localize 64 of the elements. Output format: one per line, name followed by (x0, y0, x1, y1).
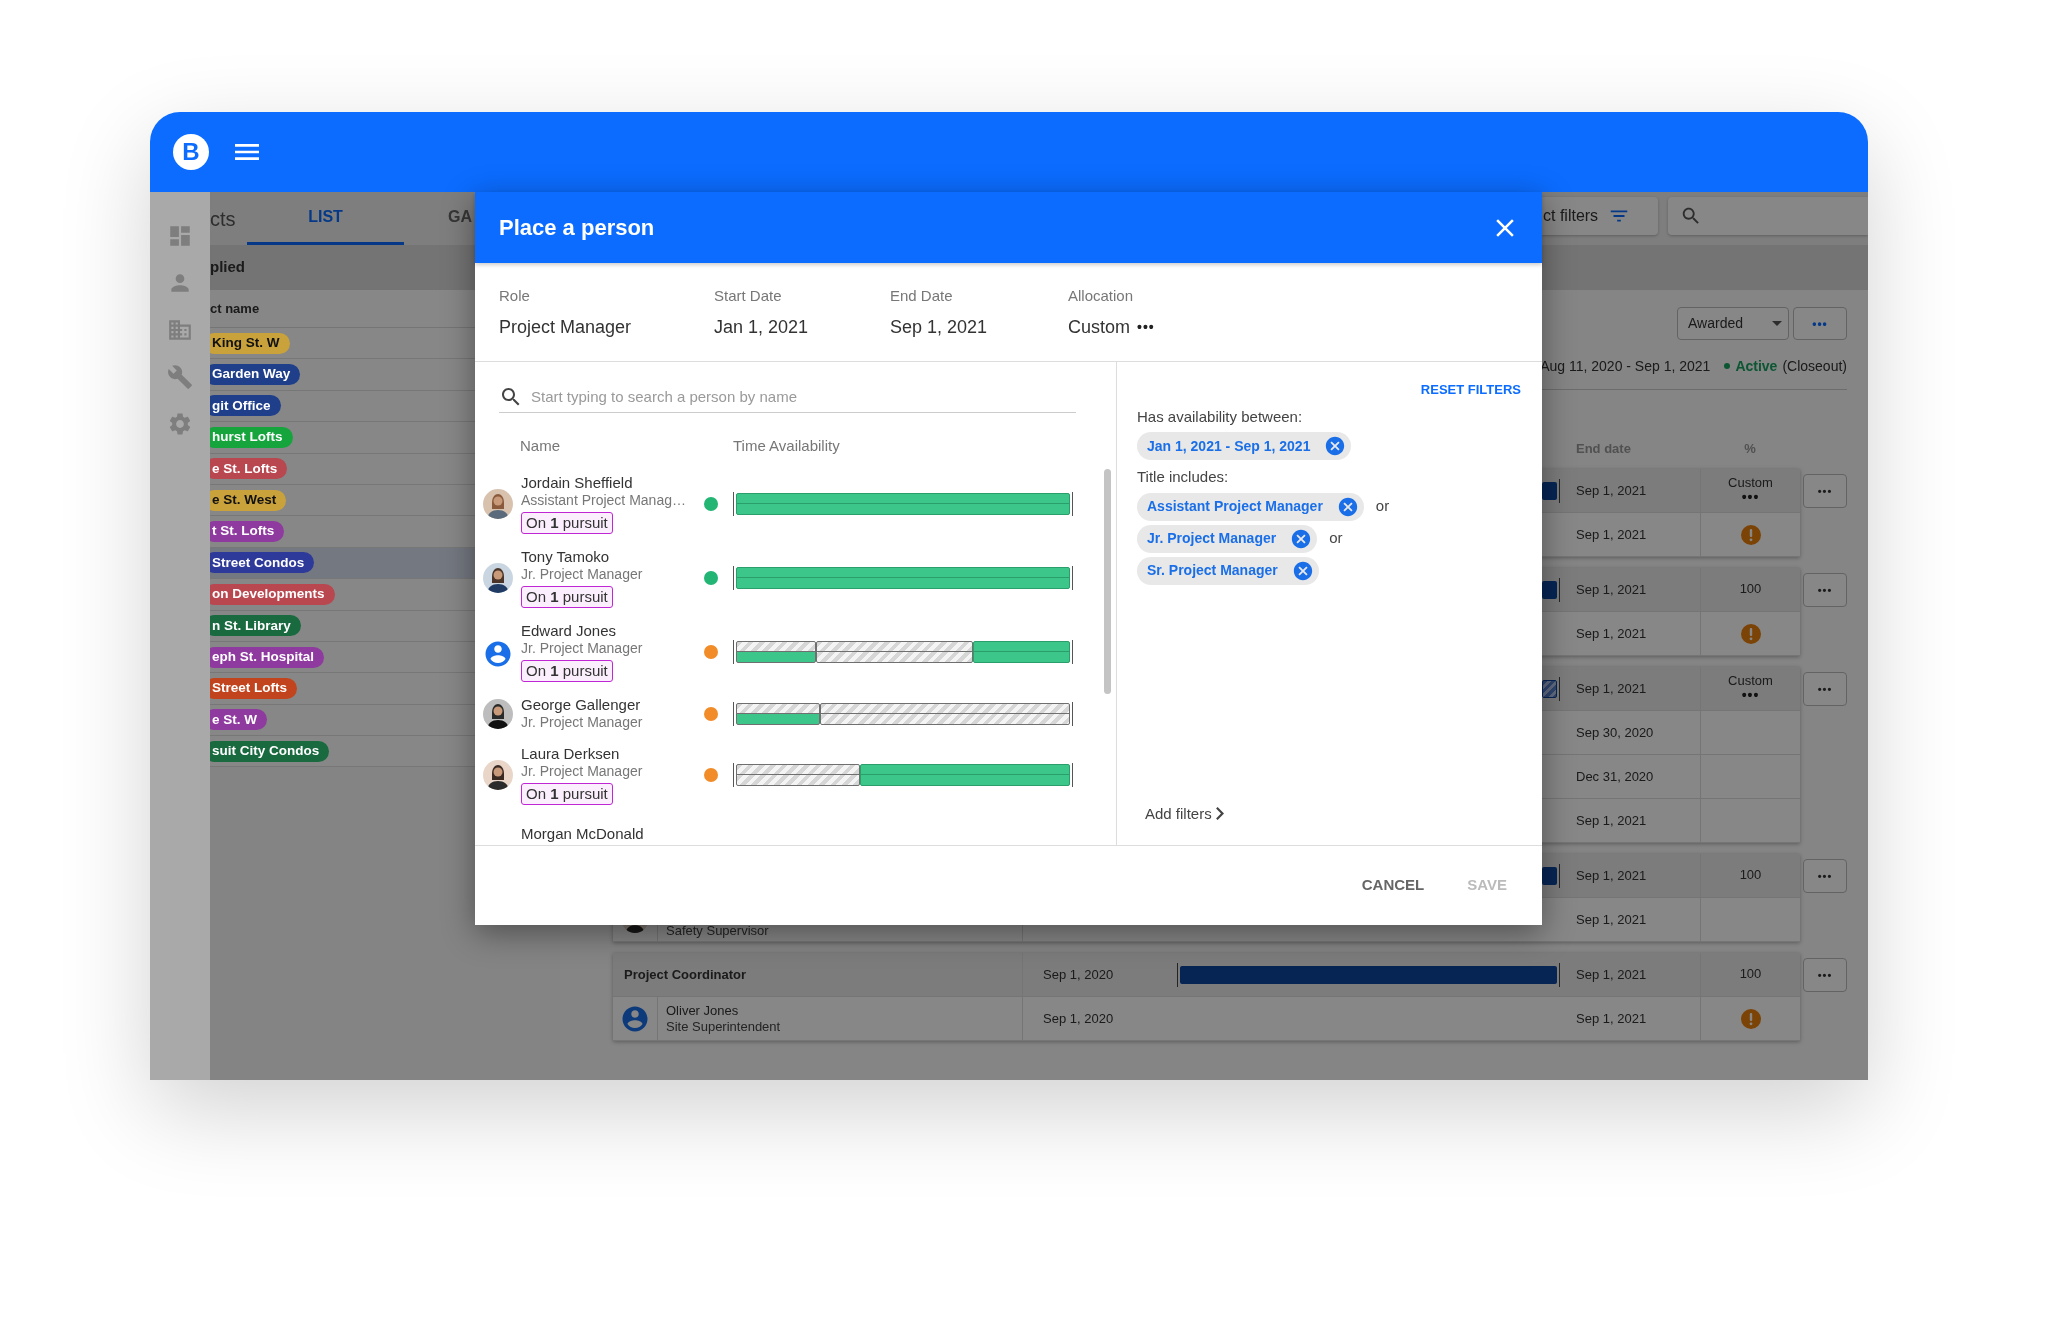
allocation-text: Custom (1728, 475, 1773, 490)
role-name: Project Coordinator (623, 965, 747, 984)
field-label: Start Date (714, 286, 783, 306)
person-title: Site Superintendent (666, 1018, 781, 1035)
joiner-text: or (1329, 528, 1343, 549)
end-date: Sep 1, 2021 (1576, 965, 1647, 984)
logo: B (173, 134, 209, 170)
person-name: Oliver Jones (666, 1002, 740, 1019)
project-tag: e St. Lofts (210, 458, 288, 480)
end-date: Sep 1, 2021 (1576, 910, 1647, 929)
field-value: Jan 1, 2021 (714, 315, 809, 339)
dialog-title: Place a person (499, 214, 655, 242)
field-value: Custom (1068, 315, 1130, 339)
end-date: Sep 1, 2021 (1576, 811, 1647, 830)
allocation-text: 100 (1739, 967, 1762, 982)
project-tag: Garden Way (210, 364, 301, 386)
project-tag: King St. W (210, 332, 290, 354)
allocation-text: 100 (1739, 582, 1762, 597)
project-tag: Street Lofts (210, 678, 297, 699)
end-date: Sep 1, 2021 (1576, 1009, 1647, 1028)
end-date: Dec 31, 2020 (1576, 767, 1654, 786)
project-tag: hurst Lofts (210, 426, 293, 448)
page-title: cts (210, 206, 237, 232)
field-label: Allocation (1068, 286, 1135, 306)
column-header: Time Availability (733, 435, 840, 456)
person-title: Safety Supervisor (666, 922, 769, 939)
date-range: Aug 11, 2020 - Sep 1, 2021 (1540, 356, 1711, 376)
project-tag: e St. W (210, 709, 267, 731)
column-header: Name (520, 435, 561, 456)
end-date: Sep 1, 2021 (1576, 525, 1647, 544)
project-tag: eph St. Hospital (210, 646, 324, 668)
end-date: Sep 1, 2021 (1576, 866, 1647, 885)
project-tag: git Office (210, 395, 281, 417)
field-label: End Date (890, 286, 954, 306)
pursuit-badge: On 1 pursuit (521, 660, 613, 682)
joiner-text: or (1375, 496, 1390, 517)
pursuit-badge: On 1 pursuit (521, 512, 613, 534)
end-date: Sep 1, 2021 (1576, 679, 1647, 698)
allocation-text: Custom (1728, 673, 1773, 688)
column-header: ct name (210, 299, 260, 318)
pursuit-badge: On 1 pursuit (521, 783, 613, 805)
project-tag: t St. Lofts (210, 521, 285, 543)
end-date: Sep 1, 2021 (1576, 624, 1647, 643)
column-header: % (1744, 440, 1756, 456)
project-tag: n St. Library (210, 615, 301, 637)
end-date: Sep 30, 2020 (1576, 723, 1654, 742)
status-text: Active (1735, 356, 1778, 376)
field-value: Sep 1, 2021 (890, 315, 988, 339)
allocation-text: 100 (1739, 868, 1762, 883)
start-date: Sep 1, 2020 (1043, 965, 1114, 984)
end-date: Sep 1, 2021 (1576, 481, 1647, 500)
filter-label: Title includes: (1137, 467, 1230, 487)
project-tag: on Developments (210, 583, 335, 605)
field-label: Role (499, 286, 531, 306)
project-tag: e St. West (210, 489, 287, 511)
filter-status: plied (210, 257, 245, 278)
person-name: Morgan McDonald (521, 825, 644, 843)
start-date: Sep 1, 2020 (1043, 1009, 1114, 1028)
pursuit-badge: On 1 pursuit (521, 586, 613, 608)
filter-label: Has availability between: (1137, 406, 1304, 427)
phase-text: (Closeout) (1782, 356, 1847, 376)
end-date: Sep 1, 2021 (1576, 580, 1647, 599)
project-tag: suit City Condos (210, 740, 330, 762)
project-tag: Street Condos (210, 552, 315, 574)
